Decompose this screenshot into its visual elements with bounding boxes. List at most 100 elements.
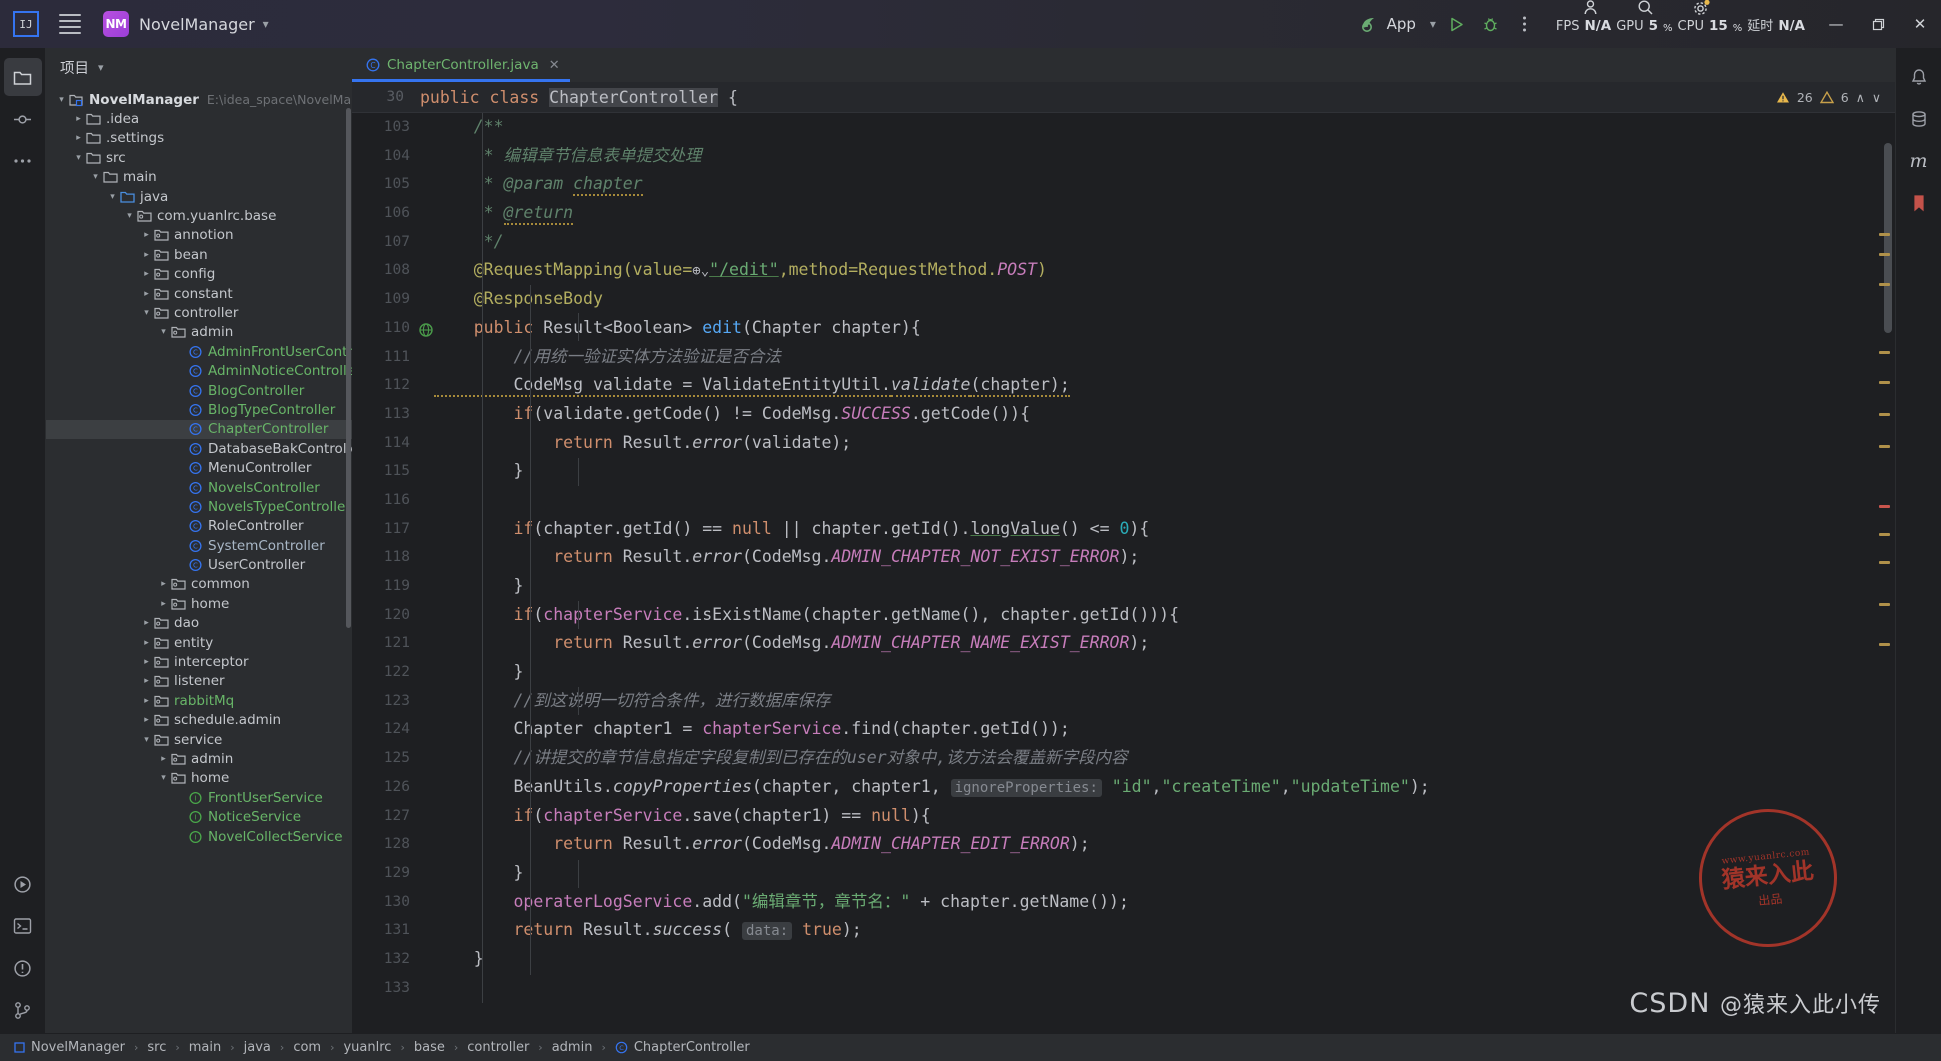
code-line-123[interactable]: //到这说明一切符合条件，进行数据库保存 xyxy=(420,687,1871,716)
tree-node-com-yuanlrc-base[interactable]: ▾ com.yuanlrc.base xyxy=(46,206,352,225)
chevron-right-icon[interactable]: ▸ xyxy=(139,618,154,628)
code-line-107[interactable]: */ xyxy=(420,228,1871,257)
line-number[interactable]: 119 xyxy=(352,572,420,601)
project-name-label[interactable]: NovelManager xyxy=(139,15,255,34)
line-number[interactable]: 127 xyxy=(352,802,420,831)
tree-node-schedule-admin[interactable]: ▸ schedule.admin xyxy=(46,711,352,730)
code-editor[interactable]: 103 104 105 106 107 108 109 110 111 112 113 114 115 1… xyxy=(352,113,1895,1033)
tree-node-main[interactable]: ▾ main xyxy=(46,168,352,187)
maximize-button[interactable] xyxy=(1857,0,1899,48)
run-icon[interactable] xyxy=(1440,7,1474,41)
line-number[interactable]: 121 xyxy=(352,629,420,658)
code-line-133[interactable] xyxy=(420,974,1871,1003)
tree-node-listener[interactable]: ▸ listener xyxy=(46,672,352,691)
inspection-widget[interactable]: 26 6 ∧ ∨ xyxy=(1776,90,1881,105)
sidebar-item-notifications[interactable] xyxy=(1900,58,1938,96)
line-number[interactable]: 108 xyxy=(352,256,420,285)
tree-node-admin[interactable]: ▸ admin xyxy=(46,749,352,768)
line-number[interactable]: 117 xyxy=(352,515,420,544)
tab-chaptercontroller[interactable]: C ChapterController.java ✕ xyxy=(352,48,570,82)
code-line-132[interactable]: } xyxy=(420,945,1871,974)
line-number[interactable]: 105 xyxy=(352,170,420,199)
code-line-109[interactable]: @ResponseBody xyxy=(420,285,1871,314)
breadcrumb-yuanlrc[interactable]: yuanlrc xyxy=(343,1040,391,1055)
breadcrumb-main[interactable]: main xyxy=(189,1040,221,1055)
chevron-down-icon[interactable]: ▾ xyxy=(105,192,120,202)
sidebar-item-commit[interactable] xyxy=(4,100,42,138)
tree-node-usercontroller[interactable]: C UserController xyxy=(46,555,352,574)
sidebar-item-problems[interactable] xyxy=(4,949,42,987)
line-number[interactable]: 114 xyxy=(352,429,420,458)
code-content[interactable]: /** * 编辑章节信息表单提交处理 * @param chapter * @r… xyxy=(420,113,1871,1033)
chevron-down-icon[interactable]: ▾ xyxy=(156,773,171,783)
line-number[interactable]: 128 xyxy=(352,830,420,859)
code-line-106[interactable]: * @return xyxy=(420,199,1871,228)
line-number[interactable]: 123 xyxy=(352,687,420,716)
chevron-down-icon[interactable]: ▾ xyxy=(54,95,69,105)
code-line-113[interactable]: if(validate.getCode() != CodeMsg.SUCCESS… xyxy=(420,400,1871,429)
tree-node-java[interactable]: ▾ java xyxy=(46,187,352,206)
code-line-131[interactable]: return Result.success( data: true); xyxy=(420,916,1871,945)
minimize-button[interactable]: — xyxy=(1815,0,1857,48)
code-line-118[interactable]: return Result.error(CodeMsg.ADMIN_CHAPTE… xyxy=(420,543,1871,572)
code-line-125[interactable]: //讲提交的章节信息指定字段复制到已存在的user对象中,该方法会覆盖新字段内容 xyxy=(420,744,1871,773)
sidebar-item-maven[interactable]: m xyxy=(1900,142,1938,180)
code-line-124[interactable]: Chapter chapter1 = chapterService.find(c… xyxy=(420,715,1871,744)
line-number[interactable]: 131 xyxy=(352,916,420,945)
tree-node-bean[interactable]: ▸ bean xyxy=(46,245,352,264)
line-number[interactable]: 111 xyxy=(352,343,420,372)
chevron-right-icon[interactable]: ▸ xyxy=(71,133,86,143)
tree-node--settings[interactable]: ▸ .settings xyxy=(46,129,352,148)
line-number[interactable]: 125 xyxy=(352,744,420,773)
chevron-down-icon[interactable]: ▾ xyxy=(98,61,104,74)
tree-node-novelscontroller[interactable]: C NovelsController xyxy=(46,478,352,497)
tree-node-admin[interactable]: ▾ admin xyxy=(46,323,352,342)
chevron-right-icon[interactable]: ▸ xyxy=(156,579,171,589)
tree-node-adminfrontusercontroller[interactable]: C AdminFrontUserController xyxy=(46,342,352,361)
code-line-130[interactable]: operaterLogService.add("编辑章节，章节名：" + cha… xyxy=(420,888,1871,917)
code-line-116[interactable] xyxy=(420,486,1871,515)
code-line-104[interactable]: * 编辑章节信息表单提交处理 xyxy=(420,142,1871,171)
tree-node-entity[interactable]: ▸ entity xyxy=(46,633,352,652)
breadcrumb-controller[interactable]: controller xyxy=(467,1040,529,1055)
chevron-right-icon[interactable]: ▸ xyxy=(139,715,154,725)
code-line-128[interactable]: return Result.error(CodeMsg.ADMIN_CHAPTE… xyxy=(420,830,1871,859)
line-number[interactable]: 126 xyxy=(352,773,420,802)
prev-problem-icon[interactable]: ∧ xyxy=(1856,90,1865,105)
breadcrumb-base[interactable]: base xyxy=(414,1040,445,1055)
next-problem-icon[interactable]: ∨ xyxy=(1872,90,1881,105)
code-line-112[interactable]: CodeMsg validate = ValidateEntityUtil.va… xyxy=(420,371,1871,400)
tree-node-service[interactable]: ▾ service xyxy=(46,730,352,749)
line-number[interactable]: 110 xyxy=(352,314,433,343)
chevron-right-icon[interactable]: ▸ xyxy=(139,230,154,240)
tree-node-home[interactable]: ▸ home xyxy=(46,594,352,613)
chevron-right-icon[interactable]: ▸ xyxy=(139,289,154,299)
project-panel-header[interactable]: 项目 ▾ xyxy=(46,48,352,86)
chevron-right-icon[interactable]: ▸ xyxy=(71,114,86,124)
tree-node-interceptor[interactable]: ▸ interceptor xyxy=(46,652,352,671)
code-line-127[interactable]: if(chapterService.save(chapter1) == null… xyxy=(420,802,1871,831)
close-icon[interactable]: ✕ xyxy=(549,58,560,73)
tree-node-databasebakcontroller[interactable]: C DatabaseBakController xyxy=(46,439,352,458)
line-number[interactable]: 130 xyxy=(352,888,420,917)
tree-node-adminnoticecontroller[interactable]: C AdminNoticeController xyxy=(46,361,352,380)
code-line-117[interactable]: if(chapter.getId() == null || chapter.ge… xyxy=(420,515,1871,544)
code-line-103[interactable]: /** xyxy=(420,113,1871,142)
code-line-121[interactable]: return Result.error(CodeMsg.ADMIN_CHAPTE… xyxy=(420,629,1871,658)
line-number[interactable]: 109 xyxy=(352,285,420,314)
line-number[interactable]: 103 xyxy=(352,113,420,142)
tree-node-home[interactable]: ▾ home xyxy=(46,769,352,788)
project-scrollbar[interactable] xyxy=(346,108,351,628)
line-number[interactable]: 120 xyxy=(352,601,420,630)
tree-node-rolecontroller[interactable]: C RoleController xyxy=(46,517,352,536)
run-configuration-selector[interactable]: App ▾ xyxy=(1359,14,1436,34)
tree-node-dao[interactable]: ▸ dao xyxy=(46,614,352,633)
chevron-down-icon[interactable]: ▾ xyxy=(263,17,269,31)
line-number[interactable]: 122 xyxy=(352,658,420,687)
code-line-122[interactable]: } xyxy=(420,658,1871,687)
tree-node-novelmanager[interactable]: ▾ NovelManager E:\idea_space\NovelManager xyxy=(46,90,352,109)
sidebar-item-terminal[interactable] xyxy=(4,907,42,945)
sidebar-item-more[interactable] xyxy=(4,142,42,180)
tree-node--idea[interactable]: ▸ .idea xyxy=(46,109,352,128)
line-number[interactable]: 133 xyxy=(352,974,420,1003)
